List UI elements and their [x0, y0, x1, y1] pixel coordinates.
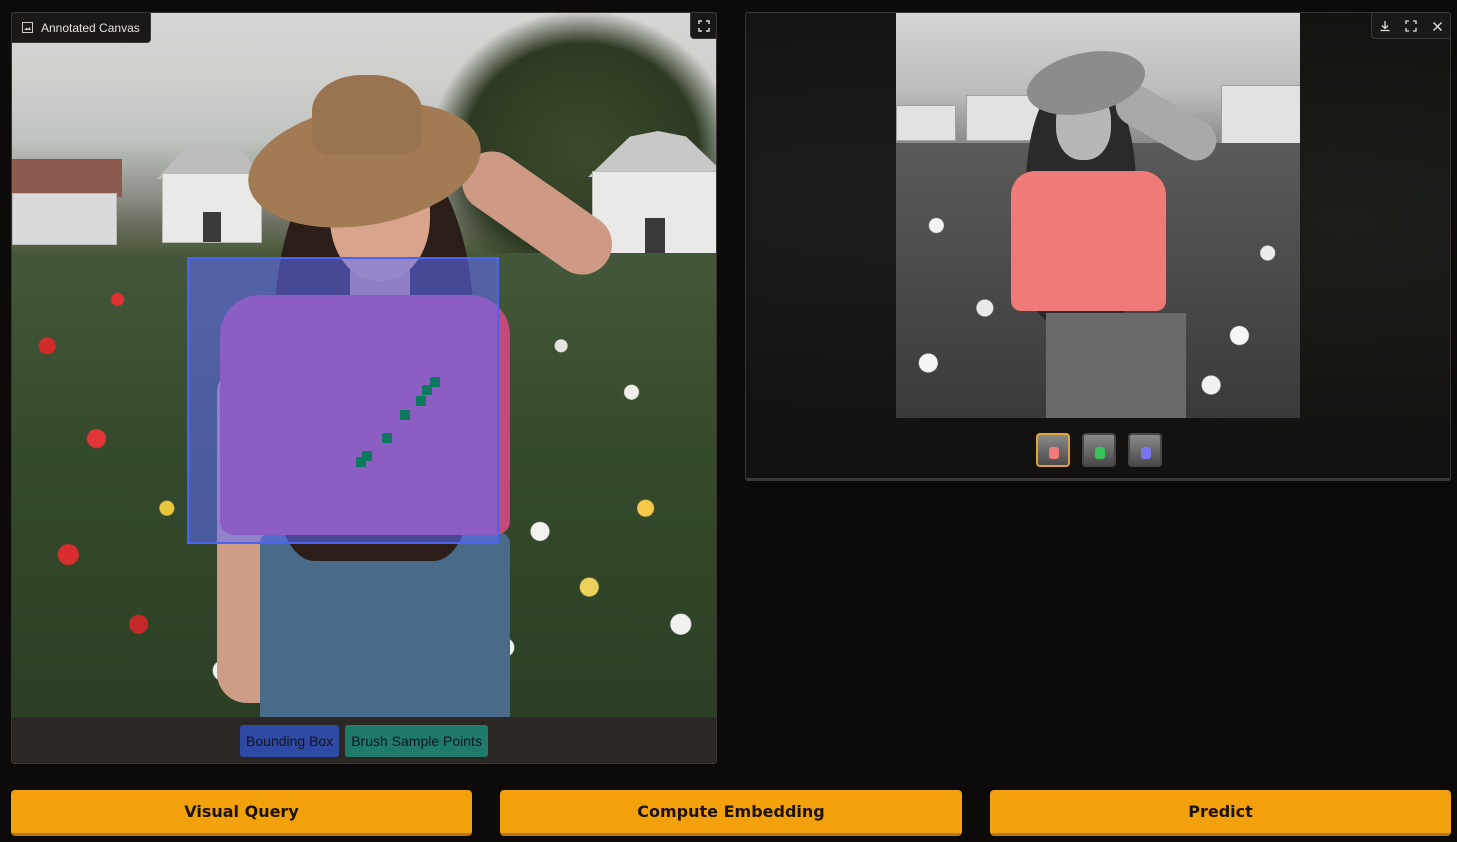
annotated-canvas-image[interactable] — [12, 13, 716, 717]
segmented-top-mask — [1011, 171, 1166, 311]
result-thumbnails — [746, 433, 1450, 469]
predict-button[interactable]: Predict — [990, 790, 1451, 836]
segmentation-result-image[interactable] — [896, 13, 1300, 418]
fullscreen-icon[interactable] — [1398, 13, 1424, 39]
fullscreen-icon[interactable] — [690, 13, 716, 39]
thumbnail-mask-color — [1095, 447, 1105, 459]
canvas-label: Annotated Canvas — [12, 13, 151, 43]
brush-sample-point[interactable] — [416, 396, 426, 406]
thumbnail-mask-color — [1049, 447, 1059, 459]
annotation-legend: Bounding Box Brush Sample Points — [12, 717, 716, 763]
person-jeans — [1046, 313, 1186, 418]
compute-embedding-button[interactable]: Compute Embedding — [500, 790, 962, 836]
image-icon — [22, 22, 33, 33]
download-icon[interactable] — [1372, 13, 1398, 39]
close-icon[interactable] — [1424, 13, 1450, 39]
barn-roof — [12, 159, 122, 197]
annotated-canvas-panel: Annotated Canvas Bounding Box Brush Samp… — [11, 12, 717, 764]
visual-query-button[interactable]: Visual Query — [11, 790, 472, 836]
brush-sample-point[interactable] — [382, 433, 392, 443]
legend-bounding-box[interactable]: Bounding Box — [240, 725, 340, 757]
gallery-toolbar — [1371, 13, 1450, 39]
output-gallery-panel — [745, 12, 1451, 481]
barn — [12, 193, 117, 245]
barn-door — [203, 212, 221, 242]
barn-door — [645, 218, 665, 254]
thumbnail-mask-color — [1141, 447, 1151, 459]
thumbnail-result-1[interactable] — [1036, 433, 1070, 467]
app-root: Annotated Canvas Bounding Box Brush Samp… — [0, 0, 1457, 842]
barn — [896, 105, 956, 141]
brush-sample-point[interactable] — [356, 457, 366, 467]
brush-sample-point[interactable] — [422, 385, 432, 395]
barn — [1221, 85, 1300, 147]
thumbnail-result-2[interactable] — [1082, 433, 1116, 467]
barn — [162, 173, 262, 243]
person-hat-crown — [312, 75, 422, 155]
legend-brush-sample-points[interactable]: Brush Sample Points — [345, 725, 488, 757]
thumbnail-result-3[interactable] — [1128, 433, 1162, 467]
canvas-label-text: Annotated Canvas — [41, 20, 140, 35]
bounding-box-annotation[interactable] — [187, 257, 499, 544]
brush-sample-point[interactable] — [400, 410, 410, 420]
